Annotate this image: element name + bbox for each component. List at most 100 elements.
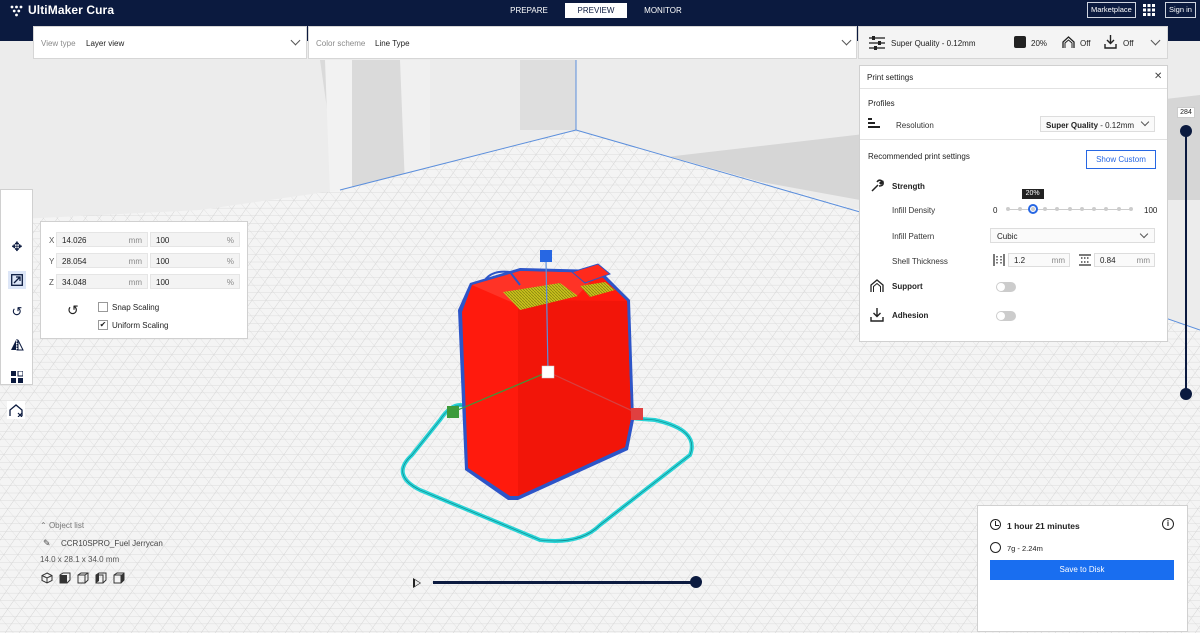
resolution-quality: Super Quality (1046, 121, 1099, 130)
layer-slider-bottom-handle[interactable] (1180, 388, 1192, 400)
tab-preview[interactable]: PREVIEW (565, 3, 627, 18)
infill-pattern-dropdown[interactable]: Cubic (990, 228, 1155, 243)
unit-label: mm (128, 278, 142, 287)
recommended-heading: Recommended print settings (868, 152, 970, 161)
job-specs-panel: 1 hour 21 minutes i 7g - 2.24m Save to D… (977, 505, 1188, 632)
infill-slider-tick (1092, 207, 1097, 211)
snap-scaling-checkbox[interactable] (98, 302, 108, 312)
uniform-scaling-checkbox[interactable]: ✔ (98, 320, 108, 330)
gizmo-uniform-handle[interactable] (541, 365, 555, 379)
view-type-dropdown[interactable]: View type Layer view (33, 26, 307, 59)
3d-view-icon[interactable] (41, 572, 53, 584)
top-bottom-thickness-input[interactable]: 0.84 mm (1094, 253, 1155, 267)
axis-y-label: Y (49, 257, 55, 266)
adhesion-icon (1104, 35, 1117, 49)
infill-slider-tick (1116, 207, 1121, 211)
resolution-dropdown[interactable]: Super Quality - 0.12mm (1040, 116, 1155, 132)
top-view-icon[interactable] (77, 572, 89, 584)
support-toggle[interactable] (996, 282, 1016, 292)
scale-z-pct-value: 100 (156, 278, 170, 287)
scale-tool-icon[interactable] (8, 271, 26, 289)
scale-x-pct-value: 100 (156, 236, 170, 245)
reset-scale-icon[interactable]: ↺ (67, 302, 79, 319)
unit-label: mm (128, 257, 142, 266)
infill-min-label: 0 (993, 206, 998, 215)
gizmo-x-handle[interactable] (631, 408, 643, 420)
per-model-settings-icon[interactable] (8, 368, 26, 386)
axis-x-label: X (49, 236, 55, 245)
layer-slider-top-handle[interactable] (1180, 125, 1192, 137)
mirror-tool-icon[interactable] (8, 336, 26, 354)
left-view-icon[interactable] (95, 572, 107, 584)
tab-prepare[interactable]: PREPARE (498, 3, 560, 18)
adhesion-summary: Off (1123, 39, 1134, 48)
object-list-toggle[interactable]: ⌃ Object list (40, 521, 84, 530)
infill-slider-tick (1067, 207, 1072, 211)
app-title: UltiMaker Cura (28, 3, 115, 17)
print-settings-header[interactable]: Super Quality - 0.12mm 20% Off Off (858, 26, 1168, 59)
chevron-down-icon (1150, 35, 1161, 46)
divider (860, 139, 1167, 140)
scale-x-pct-input[interactable]: 100 % (150, 232, 240, 247)
profile-summary: Super Quality - 0.12mm (891, 39, 976, 48)
layer-slider-track[interactable] (1185, 129, 1187, 393)
rotate-tool-icon[interactable]: ↺ (8, 303, 26, 321)
object-dimensions: 14.0 x 28.1 x 34.0 mm (40, 555, 120, 564)
wall-thickness-input[interactable]: 1.2 mm (1008, 253, 1070, 267)
apps-grid-icon[interactable] (1142, 3, 1156, 17)
front-view-icon[interactable] (59, 572, 71, 584)
play-icon[interactable] (413, 578, 421, 588)
signin-button[interactable]: Sign in (1165, 2, 1196, 18)
scale-y-pct-value: 100 (156, 257, 170, 266)
move-tool-icon[interactable]: ✥ (8, 238, 26, 256)
scale-x-mm-input[interactable]: 14.026 mm (56, 232, 148, 247)
path-slider-track[interactable] (433, 581, 697, 584)
marketplace-button[interactable]: Marketplace (1087, 2, 1136, 18)
resolution-label: Resolution (896, 121, 934, 130)
gizmo-z-handle[interactable] (540, 250, 552, 262)
wrench-icon (871, 179, 884, 192)
top-bottom-thickness-value: 0.84 (1100, 256, 1116, 265)
scale-z-pct-input[interactable]: 100 % (150, 274, 240, 289)
support-heading: Support (892, 282, 923, 291)
info-icon[interactable]: i (1162, 518, 1174, 530)
infill-slider-tick (1006, 207, 1010, 211)
infill-slider-tick (1042, 207, 1047, 211)
save-to-disk-button[interactable]: Save to Disk (990, 560, 1174, 580)
unit-label: % (226, 236, 234, 245)
scale-y-mm-input[interactable]: 28.054 mm (56, 253, 148, 268)
right-view-icon[interactable] (113, 572, 125, 584)
wall-thickness-icon (993, 254, 1005, 266)
gizmo-y-handle[interactable] (447, 406, 459, 418)
unit-label: % (226, 278, 234, 287)
close-icon[interactable]: ✕ (1154, 71, 1162, 82)
infill-summary: 20% (1031, 39, 1048, 48)
tab-monitor[interactable]: MONITOR (632, 3, 694, 18)
pencil-icon[interactable]: ✎ (43, 538, 51, 549)
top-bottom-thickness-icon (1079, 254, 1091, 266)
scale-y-mm-value: 28.054 (62, 257, 87, 266)
build-volume-wall-light (400, 60, 430, 186)
infill-pattern-label: Infill Pattern (892, 232, 935, 241)
infill-slider-tick (1129, 207, 1133, 211)
object-name: CCR10SPRO_Fuel Jerrycan (61, 539, 163, 548)
print-time: 1 hour 21 minutes (1007, 521, 1080, 531)
chevron-down-icon (841, 35, 852, 46)
scale-z-mm-input[interactable]: 34.048 mm (56, 274, 148, 289)
shell-thickness-label: Shell Thickness (892, 257, 948, 266)
panel-title: Print settings (867, 73, 914, 82)
axis-z-label: Z (49, 278, 54, 287)
support-blocker-icon[interactable] (7, 401, 25, 419)
path-slider-handle[interactable] (690, 576, 702, 588)
adhesion-toggle[interactable] (996, 311, 1016, 321)
layer-number-badge[interactable]: 284 (1177, 107, 1195, 118)
show-custom-button[interactable]: Show Custom (1086, 150, 1156, 169)
support-summary: Off (1080, 39, 1091, 48)
stage-tabs: PREPARE PREVIEW MONITOR (498, 3, 699, 18)
color-scheme-dropdown[interactable]: Color scheme Line Type (308, 26, 857, 59)
sliders-icon (869, 36, 885, 50)
infill-slider-tick (1030, 207, 1035, 211)
scale-y-pct-input[interactable]: 100 % (150, 253, 240, 268)
infill-density-label: Infill Density (892, 206, 936, 215)
chevron-down-icon (1139, 229, 1149, 239)
